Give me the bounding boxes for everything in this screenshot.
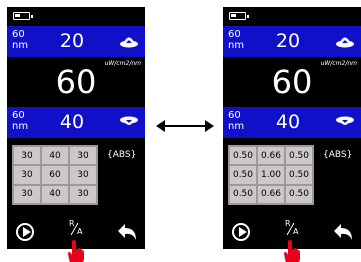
grid-cell: 30: [14, 185, 40, 203]
grid-cell: 40: [42, 185, 68, 203]
play-button[interactable]: [16, 223, 34, 241]
ratio-absolute-toggle[interactable]: R A: [283, 219, 305, 241]
play-icon: [239, 227, 247, 237]
sensor-grid: 30 40 30 30 60 30 30 40 30: [12, 145, 98, 205]
top-wavelength-value: 20: [59, 30, 85, 52]
lamp-up-icon[interactable]: [335, 34, 355, 48]
back-arrow-icon[interactable]: [117, 223, 137, 241]
play-button[interactable]: [232, 223, 250, 241]
grid-cell: 30: [70, 185, 96, 203]
lamp-up-icon[interactable]: [119, 34, 139, 48]
mode-label: {ABS}: [323, 150, 353, 160]
grid-cell: 30: [70, 147, 96, 165]
grid-cell: 30: [70, 166, 96, 184]
bottom-wavelength-label: 60 nm: [12, 110, 29, 132]
battery-icon: [229, 12, 249, 20]
main-reading: 60: [271, 63, 313, 101]
grid-cell: 0.50: [230, 185, 256, 203]
grid-cell: 0.66: [258, 147, 284, 165]
grid-cell: 1.00: [258, 166, 284, 184]
back-arrow-icon[interactable]: [333, 223, 353, 241]
device-screen-right: 60 nm 20 uW/cm2/nm 60 60 nm 40 0.50 0.66…: [223, 7, 361, 262]
touch-hand-icon: [68, 240, 84, 262]
lamp-down-icon[interactable]: [335, 115, 355, 129]
top-wavelength-band[interactable]: 60 nm 20: [223, 26, 361, 57]
play-icon: [23, 227, 31, 237]
bottom-wavelength-value: 40: [275, 111, 301, 133]
grid-cell: 30: [14, 166, 40, 184]
main-reading: 60: [55, 63, 97, 101]
sensor-grid: 0.50 0.66 0.50 0.50 1.00 0.50 0.50 0.66 …: [228, 145, 314, 205]
top-wavelength-label: 60 nm: [228, 29, 245, 51]
grid-cell: 40: [42, 147, 68, 165]
lamp-down-icon[interactable]: [119, 115, 139, 129]
bottom-wavelength-value: 40: [59, 111, 85, 133]
bottom-wavelength-label: 60 nm: [228, 110, 245, 132]
top-wavelength-value: 20: [275, 30, 301, 52]
grid-cell: 30: [14, 147, 40, 165]
touch-hand-icon: [284, 240, 300, 262]
double-arrow-icon: [156, 120, 214, 132]
grid-cell: 0.50: [286, 166, 312, 184]
bottom-wavelength-band[interactable]: 60 nm 40: [223, 107, 361, 138]
device-screen-left: 60 nm 20 uW/cm2/nm 60 60 nm 40 30 40 30 …: [7, 7, 145, 262]
grid-cell: 60: [42, 166, 68, 184]
bottom-wavelength-band[interactable]: 60 nm 40: [7, 107, 145, 138]
top-wavelength-band[interactable]: 60 nm 20: [7, 26, 145, 57]
mode-label: {ABS}: [107, 150, 137, 160]
grid-cell: 0.50: [230, 166, 256, 184]
top-wavelength-label: 60 nm: [12, 29, 29, 51]
battery-icon: [13, 12, 33, 20]
grid-cell: 0.50: [286, 147, 312, 165]
grid-cell: 0.66: [258, 185, 284, 203]
ratio-absolute-toggle[interactable]: R A: [67, 219, 89, 241]
grid-cell: 0.50: [230, 147, 256, 165]
grid-cell: 0.50: [286, 185, 312, 203]
